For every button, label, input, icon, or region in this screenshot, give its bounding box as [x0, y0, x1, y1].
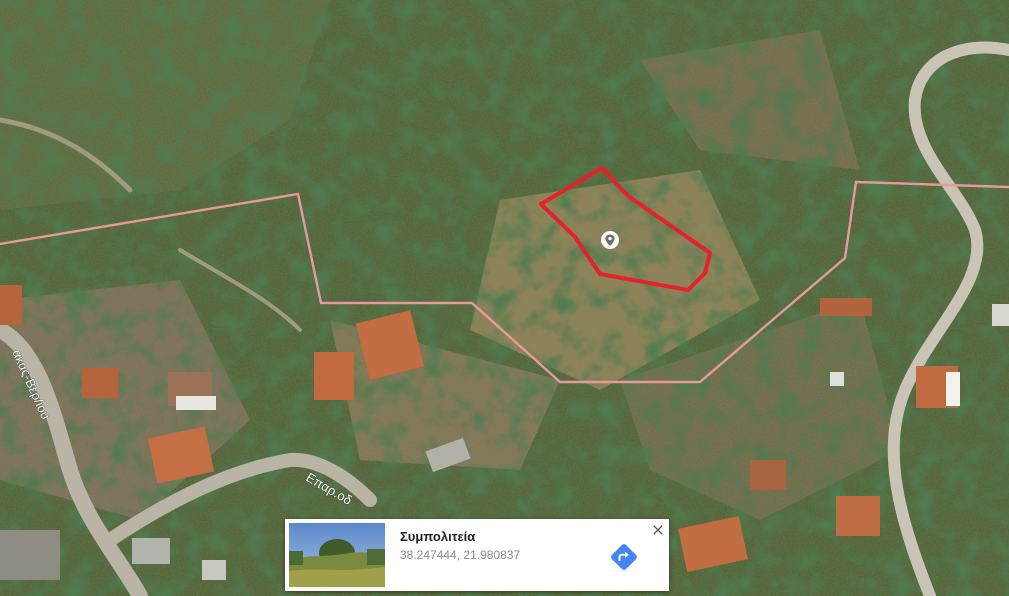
- directions-icon: [611, 544, 637, 570]
- place-thumbnail[interactable]: [289, 523, 385, 587]
- close-button[interactable]: ×: [649, 521, 667, 539]
- directions-button[interactable]: [608, 541, 640, 573]
- satellite-map[interactable]: ακας-Βερ/ιου Επαρ.οδ: [0, 0, 1009, 596]
- place-name: Συμπολιτεία: [400, 529, 476, 544]
- place-info-card[interactable]: Συμπολιτεία 38.247444, 21.980837 ×: [285, 519, 669, 591]
- place-coordinates: 38.247444, 21.980837: [400, 548, 521, 562]
- location-pin-icon[interactable]: [601, 231, 619, 249]
